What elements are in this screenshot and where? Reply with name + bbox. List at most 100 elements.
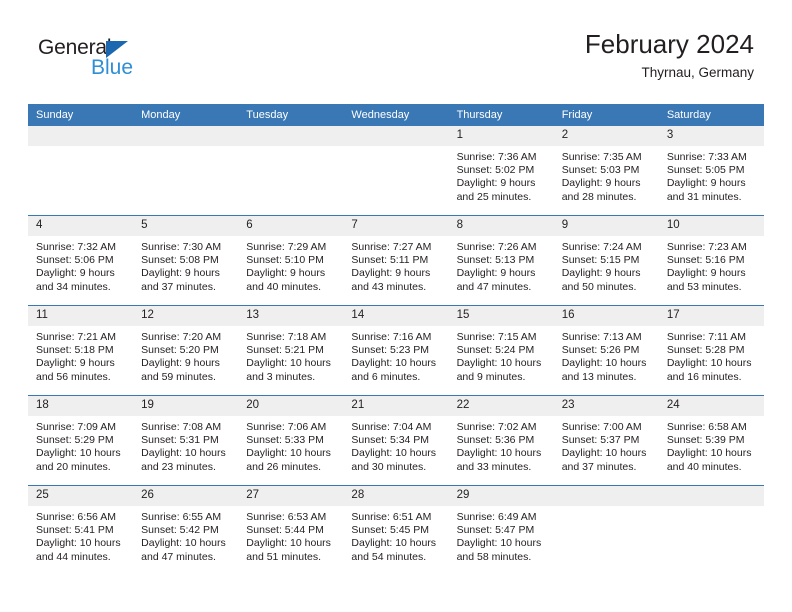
- day-cell-13[interactable]: 13 Sunrise: 7:18 AM Sunset: 5:21 PM Dayligh…: [238, 305, 344, 396]
- day-cell-5[interactable]: 5 Sunrise: 7:30 AM Sunset: 5:08 PM Daylight…: [133, 215, 239, 306]
- day-detail-line: Sunset: 5:21 PM: [246, 344, 324, 357]
- day-details: Sunrise: 7:36 AM Sunset: 5:02 PM Daylight:…: [449, 146, 554, 215]
- day-cell-11[interactable]: 11 Sunrise: 7:21 AM Sunset: 5:18 PM Dayligh…: [28, 305, 134, 396]
- day-detail-line: Daylight: 10 hours: [666, 357, 752, 370]
- day-detail-line: Daylight: 10 hours: [141, 447, 226, 460]
- day-number: 15: [448, 306, 554, 326]
- day-cell-26[interactable]: 26 Sunrise: 6:55 AM Sunset: 5:42 PM Dayligh…: [133, 485, 239, 575]
- day-cell-19[interactable]: 19 Sunrise: 7:08 AM Sunset: 5:31 PM Dayligh…: [133, 395, 239, 486]
- day-detail-line: Sunrise: 7:08 AM: [141, 421, 222, 433]
- day-cell-23[interactable]: 23 Sunrise: 7:00 AM Sunset: 5:37 PM Dayligh…: [553, 395, 659, 486]
- day-detail-line: and 28 minutes.: [561, 190, 637, 203]
- day-detail-line: Sunrise: 7:23 AM: [666, 241, 747, 253]
- day-detail-line: Daylight: 10 hours: [561, 357, 647, 370]
- day-detail-line: Sunrise: 6:58 AM: [666, 421, 747, 433]
- brand-logo[interactable]: General Blue: [38, 37, 278, 87]
- day-cell-15[interactable]: 15 Sunrise: 7:15 AM Sunset: 5:24 PM Dayligh…: [448, 305, 554, 396]
- day-details: Sunrise: 7:18 AM Sunset: 5:21 PM Daylight:…: [238, 326, 343, 395]
- day-cell-28[interactable]: 28 Sunrise: 6:51 AM Sunset: 5:45 PM Dayligh…: [343, 485, 449, 575]
- day-cell-8[interactable]: 8 Sunrise: 7:26 AM Sunset: 5:13 PM Daylight…: [448, 215, 554, 306]
- day-number: [133, 126, 239, 146]
- day-cell-3[interactable]: 3 Sunrise: 7:33 AM Sunset: 5:05 PM Daylight…: [658, 126, 764, 216]
- day-detail-line: Sunrise: 7:21 AM: [36, 331, 116, 343]
- day-detail-line: and 9 minutes.: [456, 370, 526, 383]
- day-detail-line: Sunrise: 6:49 AM: [456, 511, 537, 523]
- day-detail-line: and 31 minutes.: [666, 190, 742, 203]
- day-details: Sunrise: 7:24 AM Sunset: 5:15 PM Daylight:…: [554, 236, 659, 305]
- day-number: 28: [343, 486, 449, 506]
- day-details: [659, 506, 764, 575]
- calendar-week-row: 18 Sunrise: 7:09 AM Sunset: 5:29 PM Dayligh…: [28, 395, 764, 486]
- day-number: 27: [238, 486, 344, 506]
- day-detail-line: Daylight: 10 hours: [351, 447, 437, 460]
- day-detail-line: and 44 minutes.: [36, 550, 111, 563]
- day-details: Sunrise: 6:53 AM Sunset: 5:44 PM Daylight:…: [238, 506, 343, 575]
- day-detail-line: Sunset: 5:20 PM: [141, 344, 219, 357]
- day-cell-2[interactable]: 2 Sunrise: 7:35 AM Sunset: 5:03 PM Daylight…: [553, 126, 659, 216]
- day-cell-empty: [238, 126, 344, 216]
- day-detail-line: and 34 minutes.: [36, 280, 111, 293]
- day-cell-25[interactable]: 25 Sunrise: 6:56 AM Sunset: 5:41 PM Dayligh…: [28, 485, 134, 575]
- day-detail-line: Sunset: 5:03 PM: [561, 164, 640, 177]
- day-detail-line: Sunset: 5:28 PM: [666, 344, 745, 357]
- day-detail-line: Daylight: 9 hours: [141, 357, 220, 370]
- day-detail-line: Sunset: 5:39 PM: [666, 434, 745, 447]
- day-cell-empty: [133, 126, 239, 216]
- day-cell-4[interactable]: 4 Sunrise: 7:32 AM Sunset: 5:06 PM Daylight…: [28, 215, 134, 306]
- page-header: General Blue February 2024 Thyrnau, Germ…: [0, 0, 792, 100]
- day-cell-21[interactable]: 21 Sunrise: 7:04 AM Sunset: 5:34 PM Dayligh…: [343, 395, 449, 486]
- day-cell-6[interactable]: 6 Sunrise: 7:29 AM Sunset: 5:10 PM Daylight…: [238, 215, 344, 306]
- day-cell-7[interactable]: 7 Sunrise: 7:27 AM Sunset: 5:11 PM Daylight…: [343, 215, 449, 306]
- day-detail-line: Daylight: 9 hours: [351, 267, 431, 280]
- day-detail-line: and 16 minutes.: [666, 370, 742, 383]
- day-cell-14[interactable]: 14 Sunrise: 7:16 AM Sunset: 5:23 PM Dayligh…: [343, 305, 449, 396]
- day-cell-20[interactable]: 20 Sunrise: 7:06 AM Sunset: 5:33 PM Dayligh…: [238, 395, 344, 486]
- day-details: Sunrise: 7:23 AM Sunset: 5:16 PM Daylight:…: [659, 236, 764, 305]
- day-cell-24[interactable]: 24 Sunrise: 6:58 AM Sunset: 5:39 PM Dayligh…: [658, 395, 764, 486]
- calendar-week-row: 11 Sunrise: 7:21 AM Sunset: 5:18 PM Dayligh…: [28, 305, 764, 396]
- day-details: Sunrise: 7:16 AM Sunset: 5:23 PM Daylight:…: [343, 326, 448, 395]
- day-detail-line: and 43 minutes.: [351, 280, 427, 293]
- day-detail-line: Sunset: 5:26 PM: [561, 344, 640, 357]
- day-number: 3: [658, 126, 764, 146]
- day-cell-17[interactable]: 17 Sunrise: 7:11 AM Sunset: 5:28 PM Dayligh…: [658, 305, 764, 396]
- calendar-week-row: 4 Sunrise: 7:32 AM Sunset: 5:06 PM Daylight…: [28, 215, 764, 306]
- day-detail-line: Sunrise: 6:56 AM: [36, 511, 116, 523]
- day-number: 18: [28, 396, 134, 416]
- day-detail-line: Sunrise: 7:18 AM: [246, 331, 327, 343]
- day-detail-line: Daylight: 9 hours: [561, 267, 641, 280]
- day-number: 8: [448, 216, 554, 236]
- day-detail-line: and 47 minutes.: [141, 550, 216, 563]
- day-detail-line: Daylight: 10 hours: [456, 447, 542, 460]
- day-number: 20: [238, 396, 344, 416]
- day-cell-27[interactable]: 27 Sunrise: 6:53 AM Sunset: 5:44 PM Dayligh…: [238, 485, 344, 575]
- day-detail-line: and 53 minutes.: [666, 280, 742, 293]
- day-detail-line: Sunset: 5:06 PM: [36, 254, 114, 267]
- day-details: Sunrise: 7:13 AM Sunset: 5:26 PM Daylight:…: [554, 326, 659, 395]
- day-detail-line: and 40 minutes.: [666, 460, 742, 473]
- day-cell-9[interactable]: 9 Sunrise: 7:24 AM Sunset: 5:15 PM Daylight…: [553, 215, 659, 306]
- day-details: Sunrise: 7:11 AM Sunset: 5:28 PM Daylight:…: [659, 326, 764, 395]
- calendar-header-row: Sunday Monday Tuesday Wednesday Thursday Frid…: [28, 104, 764, 126]
- day-number: 13: [238, 306, 344, 326]
- day-detail-line: Daylight: 10 hours: [36, 537, 121, 550]
- day-details: Sunrise: 7:29 AM Sunset: 5:10 PM Daylight:…: [238, 236, 343, 305]
- day-cell-12[interactable]: 12 Sunrise: 7:20 AM Sunset: 5:20 PM Dayligh…: [133, 305, 239, 396]
- day-cell-29[interactable]: 29 Sunrise: 6:49 AM Sunset: 5:47 PM Dayligh…: [448, 485, 554, 575]
- day-cell-16[interactable]: 16 Sunrise: 7:13 AM Sunset: 5:26 PM Dayligh…: [553, 305, 659, 396]
- day-cell-10[interactable]: 10 Sunrise: 7:23 AM Sunset: 5:16 PM Dayligh…: [658, 215, 764, 306]
- day-number: 16: [553, 306, 659, 326]
- day-number: [553, 486, 659, 506]
- day-detail-line: Daylight: 9 hours: [36, 357, 115, 370]
- day-detail-line: Sunrise: 7:20 AM: [141, 331, 222, 343]
- day-cell-18[interactable]: 18 Sunrise: 7:09 AM Sunset: 5:29 PM Dayligh…: [28, 395, 134, 486]
- day-details: Sunrise: 6:56 AM Sunset: 5:41 PM Daylight:…: [28, 506, 133, 575]
- day-detail-line: Daylight: 10 hours: [246, 447, 331, 460]
- day-detail-line: Daylight: 10 hours: [561, 447, 647, 460]
- day-details: Sunrise: 7:33 AM Sunset: 5:05 PM Daylight:…: [659, 146, 764, 215]
- day-details: Sunrise: 6:58 AM Sunset: 5:39 PM Daylight:…: [659, 416, 764, 485]
- day-cell-22[interactable]: 22 Sunrise: 7:02 AM Sunset: 5:36 PM Dayligh…: [448, 395, 554, 486]
- day-detail-line: Daylight: 10 hours: [456, 357, 542, 370]
- day-cell-1[interactable]: 1 Sunrise: 7:36 AM Sunset: 5:02 PM Daylight…: [448, 126, 554, 216]
- day-details: [238, 146, 343, 215]
